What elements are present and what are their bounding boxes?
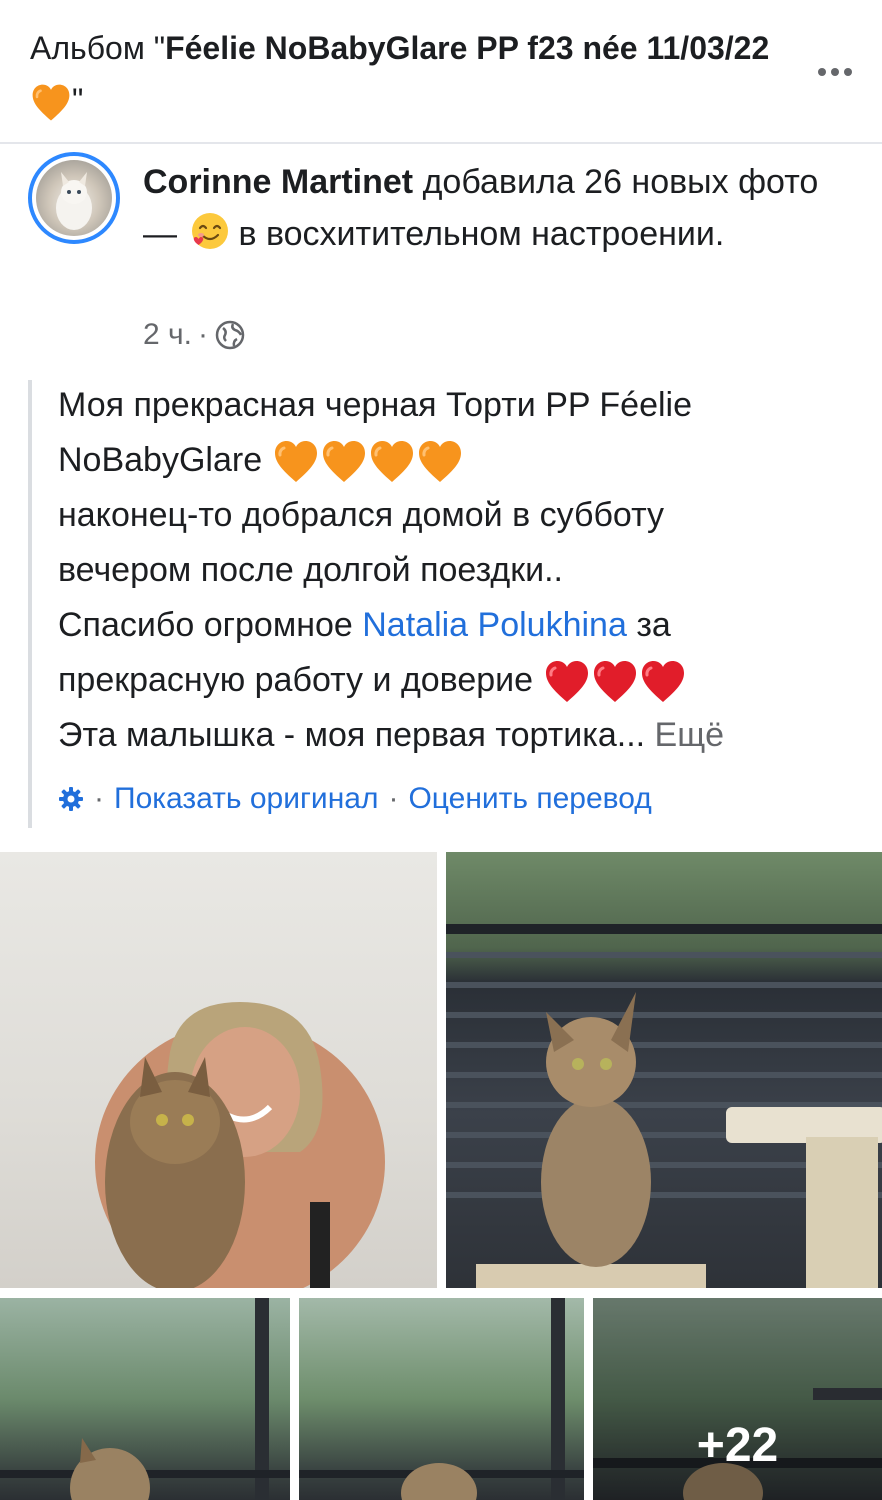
orange-heart-icon (320, 438, 368, 486)
post-meta: 2 ч. · (143, 318, 246, 352)
post-time[interactable]: 2 ч. (143, 318, 192, 352)
post-header: Corinne Martinet добавила 26 новых фото … (143, 156, 853, 260)
thanks-suffix: за (626, 606, 671, 644)
gear-icon[interactable] (58, 786, 84, 812)
post-body-line-6-text: прекрасную работу и доверие (58, 661, 534, 699)
post-body-line-5: Спасибо огромное Natalia Polukhina за (58, 598, 858, 653)
translation-bar: · Показать оригинал · Оценить перевод (58, 782, 652, 816)
show-original-link[interactable]: Показать оригинал (114, 782, 378, 816)
orange-heart-icon (272, 438, 320, 486)
thanks-text: Спасибо огромное (58, 606, 363, 644)
photo-5[interactable]: +22 (593, 1298, 882, 1500)
post-body-line-4: вечером после долгой поездки.. (58, 551, 564, 589)
mention-link[interactable]: Natalia Polukhina (362, 606, 627, 644)
album-title[interactable]: Альбом "Féelie NoBabyGlare PP f23 née 11… (30, 22, 790, 126)
translation-separator: · (388, 782, 399, 815)
photo-3[interactable] (0, 1298, 290, 1500)
avatar[interactable] (28, 152, 120, 244)
more-icon[interactable] (816, 62, 854, 82)
post-body-line-7: Эта малышка - моя первая тортика... Ещё (58, 708, 858, 763)
red-heart-icon (543, 658, 591, 706)
post-body-line-6: прекрасную работу и доверие (58, 653, 858, 708)
photo-4[interactable] (299, 1298, 584, 1500)
album-suffix: " (72, 82, 84, 118)
globe-icon (214, 319, 246, 351)
orange-heart-icon (416, 438, 464, 486)
post-body-line-2-text: NoBabyGlare (58, 441, 263, 479)
photo-1[interactable] (0, 852, 437, 1288)
album-name: Féelie NoBabyGlare PP f23 née 11/03/22 (165, 30, 770, 66)
album-header: Альбом "Féelie NoBabyGlare PP f23 née 11… (0, 0, 882, 144)
translation-quote-bar (28, 380, 32, 828)
post-body-line-1: Моя прекрасная черная Торти PP Féelie (58, 386, 692, 424)
red-heart-icon (591, 658, 639, 706)
author-name[interactable]: Corinne Martinet (143, 163, 413, 201)
rate-translation-link[interactable]: Оценить перевод (408, 782, 651, 816)
feeling-emoji-icon (190, 211, 230, 251)
photo-2[interactable] (446, 852, 882, 1288)
post-body-line-3: наконец-то добрался домой в субботу (58, 496, 665, 534)
post-body-line-7-text: Эта малышка - моя первая тортика... (58, 716, 655, 754)
album-prefix: Альбом " (30, 30, 166, 66)
orange-heart-icon (368, 438, 416, 486)
see-more-link[interactable]: Ещё (655, 716, 725, 754)
post-body-line-2: NoBabyGlare (58, 433, 858, 488)
feeling-text: в восхитительном настроении. (238, 215, 725, 253)
post-body: Моя прекрасная черная Торти PP Féelie No… (58, 378, 858, 763)
translation-separator: · (94, 782, 104, 815)
orange-heart-icon (30, 82, 72, 124)
red-heart-icon (639, 658, 687, 706)
meta-separator: · (197, 318, 208, 351)
more-photos-count: +22 (696, 1419, 779, 1472)
